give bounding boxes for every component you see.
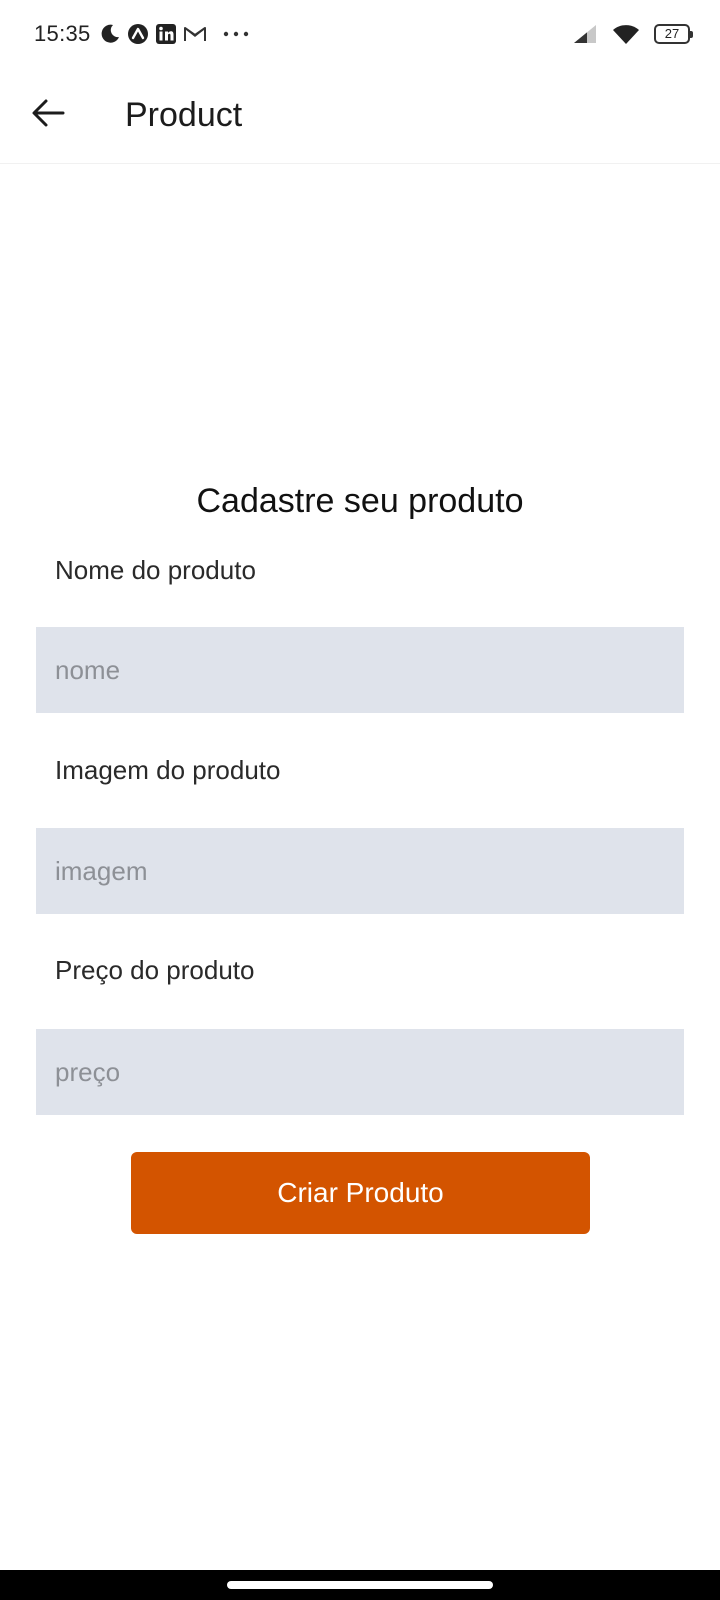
product-name-label: Nome do produto (55, 555, 256, 585)
create-product-button[interactable]: Criar Produto (131, 1152, 590, 1234)
arrow-left-icon (31, 98, 65, 133)
status-time: 15:35 (34, 21, 91, 46)
product-name-input[interactable] (36, 627, 684, 713)
system-nav-bar (0, 1570, 720, 1600)
back-button[interactable] (18, 86, 78, 146)
battery-indicator: 27 (654, 24, 693, 44)
moon-icon (99, 23, 121, 45)
product-image-input[interactable] (36, 828, 684, 914)
product-screen: 15:35 27 Product Cadastre seu produto No… (0, 0, 720, 1600)
form-title: Cadastre seu produto (196, 482, 524, 520)
cellular-signal-icon (572, 23, 598, 45)
status-bar: 15:35 27 (0, 0, 720, 68)
more-dots-icon (223, 30, 249, 38)
wifi-icon (612, 23, 640, 45)
gmail-icon (183, 23, 207, 45)
arc-app-icon (127, 23, 149, 45)
app-bar: Product (0, 68, 720, 164)
page-title: Product (125, 96, 243, 134)
status-left: 15:35 (34, 21, 249, 47)
status-right: 27 (572, 23, 693, 45)
linkedin-icon (155, 23, 177, 45)
product-image-label: Imagem do produto (55, 755, 281, 785)
product-price-input[interactable] (36, 1029, 684, 1115)
product-price-label: Preço do produto (55, 955, 255, 985)
home-gesture-handle[interactable] (227, 1581, 493, 1589)
